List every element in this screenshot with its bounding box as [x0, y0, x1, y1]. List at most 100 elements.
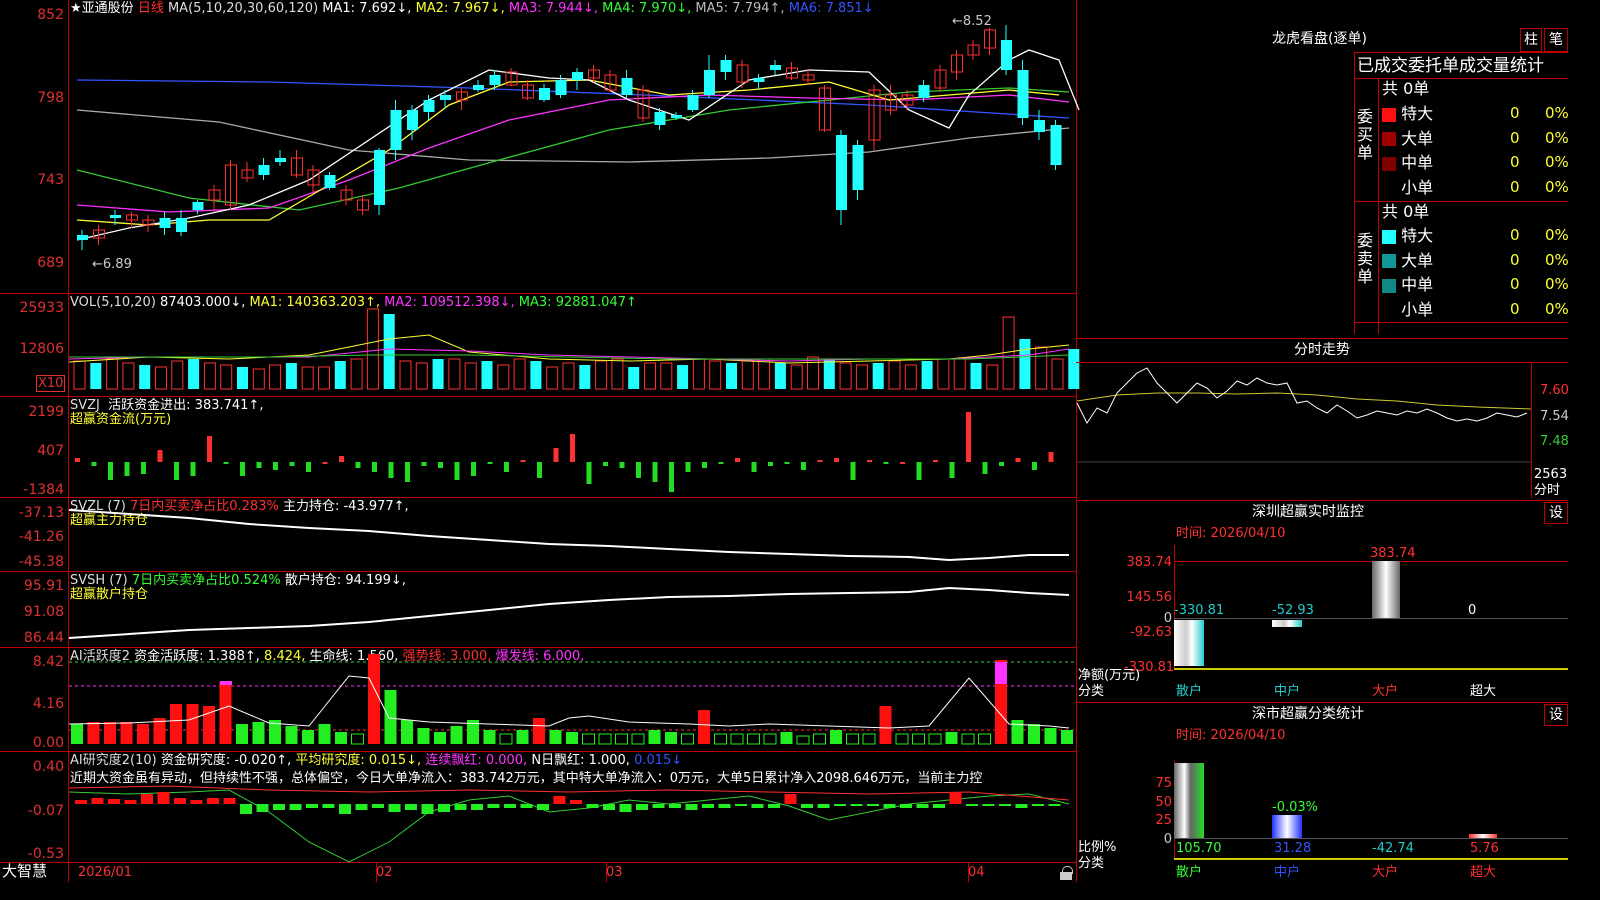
candlestick-chart[interactable]: [69, 0, 1080, 292]
flow-bar: [1032, 462, 1037, 470]
flow-bar: [751, 462, 757, 472]
monitor-val-mid: -52.93: [1272, 603, 1314, 618]
right-panel-title: 龙虎看盘(逐单): [1272, 31, 1367, 47]
intraday-tick: 7.48: [1540, 434, 1569, 449]
activity-bar-outline: [631, 733, 645, 745]
activity-bar: [516, 730, 529, 744]
order-percent: 0%: [1545, 104, 1569, 122]
divider: [1354, 52, 1355, 334]
order-size-label: 小单: [1396, 299, 1434, 319]
monitor-baseline: [1174, 668, 1568, 670]
intraday-chart[interactable]: [1076, 363, 1532, 498]
ma2-line: [76, 79, 1060, 226]
volume-chart[interactable]: [68, 297, 1080, 395]
svzl-chart[interactable]: [68, 498, 1075, 570]
vol-tick: 12806: [19, 341, 64, 357]
intraday-tick: 分时: [1534, 483, 1561, 498]
volume-bar-down: [970, 363, 982, 389]
flow-bar: [240, 462, 245, 476]
flow-bar: [570, 434, 575, 462]
divider: [1076, 500, 1568, 501]
ai-research-chart[interactable]: [68, 752, 1075, 863]
volume-bar-down: [774, 363, 786, 389]
candle-body-down: [753, 78, 765, 82]
flow-bar: [504, 462, 509, 472]
svzj-tick: 2199: [28, 404, 64, 420]
divider: [0, 293, 1076, 294]
order-count: 0: [1510, 275, 1520, 293]
monitor-grid: [1174, 561, 1568, 562]
research-bar: [537, 804, 549, 810]
order-count: 0: [1510, 153, 1520, 171]
intraday-tick: 7.60: [1540, 383, 1569, 398]
flow-bar: [867, 460, 872, 462]
activity-bar: [71, 724, 83, 744]
activity-bar-outline: [912, 733, 925, 745]
candle-body-down: [440, 95, 451, 100]
research-bar: [834, 804, 846, 806]
class-stat-title: 深市超赢分类统计: [1252, 706, 1364, 722]
research-bar: [900, 804, 912, 808]
candle-body-down: [836, 135, 847, 210]
activity-bar: [87, 722, 100, 744]
activity-bar-outline: [499, 733, 513, 745]
cat-big: 大户: [1372, 684, 1399, 699]
activity-bar: [335, 732, 347, 744]
monitor-val-super: 0: [1468, 603, 1477, 618]
candle-body-down: [390, 110, 402, 150]
research-bar: [141, 794, 153, 804]
activity-bar: [549, 730, 562, 744]
class-stat-settings-button[interactable]: 设: [1544, 704, 1568, 726]
activity-bar: [533, 718, 545, 744]
volume-bar-down: [579, 365, 591, 389]
research-bar: [718, 804, 731, 808]
research-bar: [388, 804, 401, 812]
candle-body-down: [687, 95, 699, 110]
svzj-chart[interactable]: [69, 398, 1075, 496]
candle-body-down: [555, 80, 567, 95]
class-stat-tick: 50: [1155, 795, 1172, 810]
volume-bar-up: [839, 362, 852, 390]
activity-peak-marker: [220, 681, 232, 685]
research-bar: [817, 804, 830, 808]
volume-bar-up: [399, 360, 412, 390]
date-tick-mark: [376, 863, 377, 882]
research-bar: [553, 796, 566, 804]
ai-active-tick: 4.16: [32, 696, 64, 712]
flow-bar: [883, 462, 889, 464]
activity-bar-outline: [895, 733, 909, 745]
flow-bar: [916, 462, 922, 480]
cat-mid: 中户: [1274, 684, 1301, 699]
color-swatch: [1382, 107, 1396, 122]
flow-bar: [454, 462, 460, 480]
flow-bar: [190, 462, 196, 476]
monitor-settings-button[interactable]: 设: [1544, 502, 1568, 524]
divider: [1076, 338, 1568, 339]
tick-view-button[interactable]: 笔: [1544, 28, 1568, 52]
flow-bar: [933, 460, 938, 462]
svzj-tick: -1384: [23, 482, 64, 498]
flow-bar: [619, 462, 625, 468]
svzl-tick: -37.13: [18, 505, 64, 521]
ai-active-chart[interactable]: [68, 648, 1075, 750]
svsh-chart[interactable]: [68, 572, 1075, 646]
volume-bar-up: [953, 358, 966, 390]
volume-bar-down: [90, 363, 102, 389]
flow-bar: [289, 462, 295, 466]
column-view-button[interactable]: 柱: [1520, 28, 1542, 52]
order-count: 0: [1510, 177, 1520, 196]
research-bar: [636, 804, 648, 810]
flow-bar: [834, 458, 839, 462]
date-tick: 04: [968, 865, 985, 880]
order-count: 0: [1510, 299, 1520, 318]
activity-line: [68, 675, 1070, 729]
activity-bar-outline: [813, 733, 826, 745]
flow-bar: [174, 462, 179, 480]
order-percent: 0%: [1545, 226, 1569, 244]
volume-bar-up: [73, 360, 86, 390]
class-val-mid: 31.28: [1274, 841, 1312, 856]
candle-body-down: [621, 78, 633, 95]
activity-bar-outline: [928, 733, 942, 745]
activity-bar: [252, 722, 265, 744]
activity-bar: [1061, 730, 1073, 744]
